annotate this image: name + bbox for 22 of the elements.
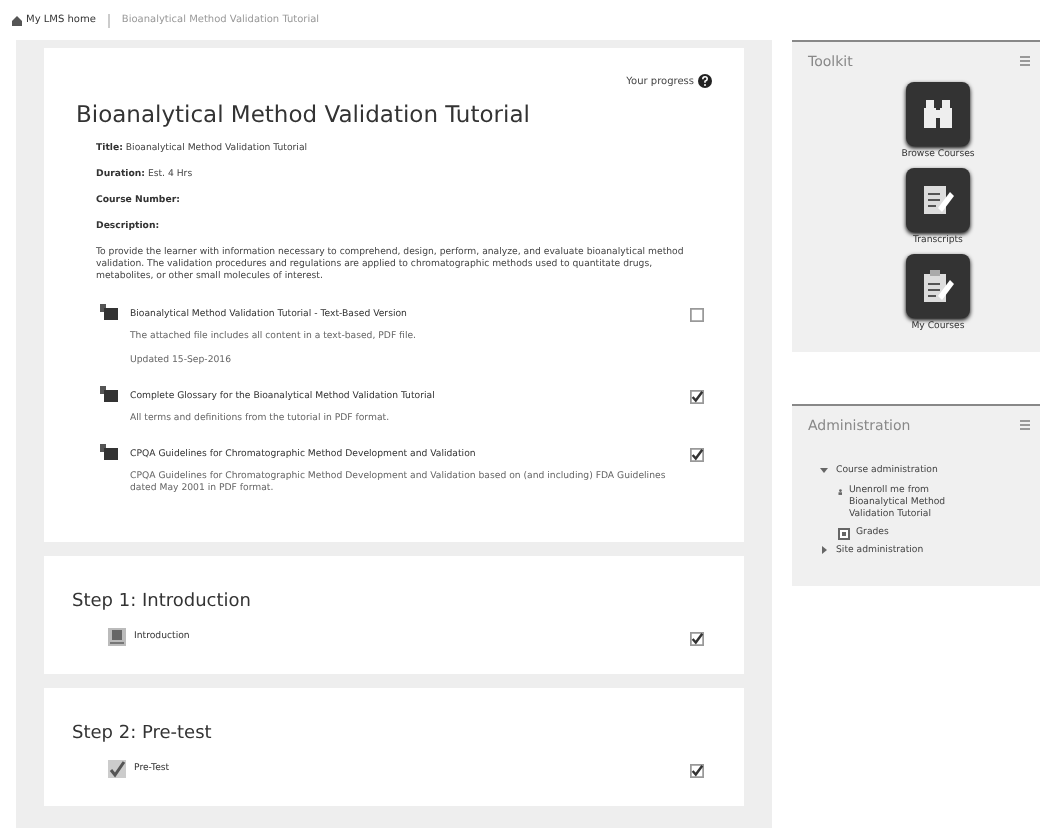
section-title: Step 1: Introduction: [72, 592, 253, 612]
checkbox[interactable]: [690, 390, 704, 404]
document-pencil-icon: [920, 182, 956, 218]
checkbox[interactable]: [690, 632, 704, 646]
binoculars-icon: [922, 98, 954, 130]
help-icon[interactable]: [698, 74, 712, 88]
file-icon: [100, 386, 118, 402]
course-title: Bioanalytical Method Validation Tutorial: [76, 100, 532, 128]
section-title: Step 2: Pre-test: [72, 724, 214, 744]
expanded-arrow-icon[interactable]: [820, 466, 828, 474]
checkbox[interactable]: [690, 764, 704, 778]
home-icon: [12, 15, 22, 25]
file-icon: [100, 444, 118, 460]
grades-icon: [838, 528, 850, 540]
checkmark-icon: [108, 760, 126, 778]
page-icon: [108, 628, 126, 646]
checkbox[interactable]: [690, 448, 704, 462]
file-icon: [100, 304, 118, 320]
user-icon: [838, 486, 843, 498]
collapsed-arrow-icon[interactable]: [820, 546, 828, 554]
checkbox[interactable]: [690, 308, 704, 322]
clipboard-pencil-icon: [920, 268, 956, 304]
